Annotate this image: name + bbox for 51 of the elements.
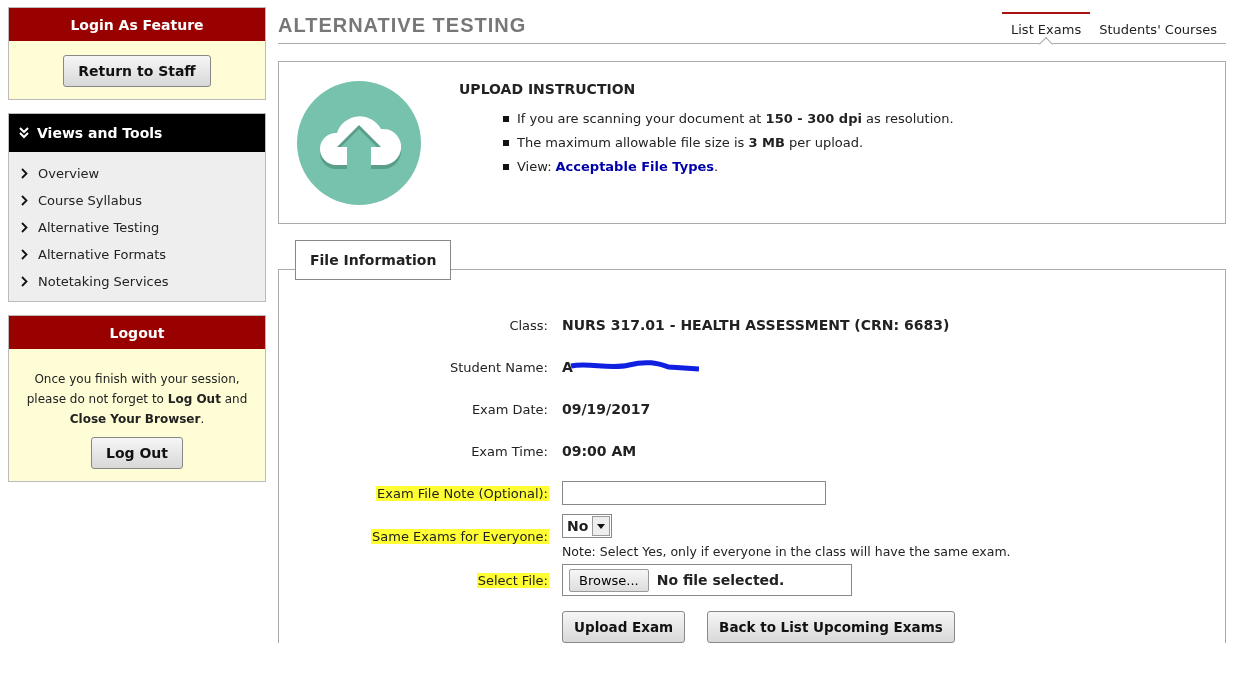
views-title: Views and Tools — [37, 125, 163, 141]
page-title: ALTERNATIVE TESTING — [278, 14, 527, 38]
return-to-staff-button[interactable]: Return to Staff — [63, 55, 211, 87]
sidebar-item[interactable]: Notetaking Services — [9, 268, 265, 295]
sidebar-item[interactable]: Alternative Testing — [9, 214, 265, 241]
browse-button[interactable]: Browse... — [569, 568, 649, 592]
chevron-icon — [21, 222, 28, 233]
tab[interactable]: Students' Courses — [1090, 12, 1226, 43]
logout-message: Once you finish with your session, please do not forget to Log Out and Close Your Browser. — [25, 371, 249, 428]
field-label: Student Name: — [448, 359, 549, 375]
chevron-icon — [21, 276, 28, 287]
note-text: Note: Select Yes, only if everyone in the class will have the same exam. — [562, 544, 1011, 559]
instruction-title: UPLOAD INSTRUCTION — [459, 81, 637, 97]
instruction-text: The maximum allowable file size is 3 MB per upload. — [517, 135, 864, 150]
caret-icon — [592, 516, 611, 536]
chevron-icon — [21, 168, 28, 179]
field-value: 09:00 AM — [562, 443, 637, 459]
field-label: Exam Date: — [470, 401, 549, 417]
tab[interactable]: List Exams — [1002, 12, 1091, 43]
file-input-field[interactable]: Browse... No file selected. — [562, 564, 852, 596]
field-value: NURS 317.01 - HEALTH ASSESSMENT (CRN: 6683) — [562, 317, 950, 333]
double-chevron-icon — [19, 127, 29, 139]
field-value: A — [562, 359, 573, 375]
field-label: Same Exams for Everyone: — [371, 529, 549, 544]
log-out-button[interactable]: Log Out — [91, 437, 183, 469]
field-label: Class: — [508, 317, 549, 333]
form-button[interactable]: Upload Exam — [562, 611, 686, 643]
field-label: Exam Time: — [470, 443, 549, 459]
bullet-icon — [503, 139, 509, 146]
field-label: Select File: — [476, 572, 549, 588]
panel-header: Logout — [9, 316, 265, 349]
form-button[interactable]: Back to List Upcoming Exams — [707, 611, 955, 643]
acceptable-file-types-link[interactable]: Acceptable File Types — [555, 159, 714, 174]
sidebar-item[interactable]: Alternative Formats — [9, 241, 265, 268]
note-input-field[interactable] — [562, 481, 826, 505]
dropdown[interactable]: No — [562, 514, 613, 538]
bullet-icon — [503, 163, 509, 170]
sidebar-item[interactable]: Course Syllabus — [9, 187, 265, 214]
chevron-icon — [21, 249, 28, 260]
instruction-text: If you are scanning your document at 150 - 300 dpi as resolution. — [517, 111, 954, 126]
field-value: 09/19/2017 — [562, 401, 651, 417]
bullet-icon — [503, 115, 509, 122]
sidebar-item[interactable]: Overview — [9, 160, 265, 187]
chevron-icon — [21, 195, 28, 206]
file-status: No file selected. — [656, 572, 785, 588]
panel-header: Login As Feature — [9, 8, 265, 41]
period-text: . — [714, 159, 719, 174]
fieldset-legend: File Information — [295, 240, 452, 280]
cloud-upload-icon — [297, 80, 421, 205]
field-label: Exam File Note (Optional): — [376, 485, 549, 501]
view-label: View: — [517, 159, 552, 174]
